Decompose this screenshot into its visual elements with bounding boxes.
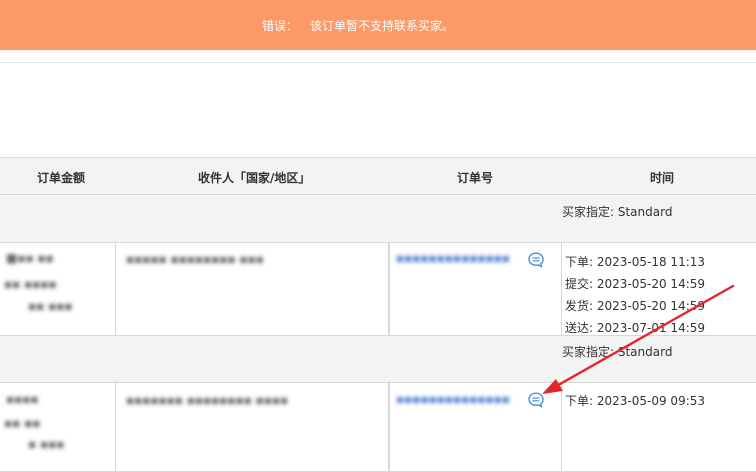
recipient-cell: ▪▪▪▪▪ ▪▪▪▪▪▪▪▪ ▪▪▪ xyxy=(115,242,389,336)
error-label: 错误： xyxy=(262,19,299,33)
time-line-delivered: 送达: 2023-07-01 14:59 xyxy=(565,321,706,335)
recipient-cell: ▪▪▪▪▪▪▪ ▪▪▪▪▪▪▪▪ ▪▪▪▪ xyxy=(115,382,389,472)
order-number-link[interactable]: ▪▪▪▪▪▪▪▪▪▪▪▪▪▪ xyxy=(396,392,510,406)
buyer-specified-shipping: 买家指定: Standard xyxy=(562,345,673,359)
order-number-cell: ▪▪▪▪▪▪▪▪▪▪▪▪▪▪ xyxy=(389,382,562,472)
chat-bubble-icon[interactable] xyxy=(527,251,545,269)
order-group-bar: 买家指定: Standard xyxy=(0,196,756,242)
error-message: 该订单暂不支持联系买家。 xyxy=(310,19,455,33)
header-order-number: 订单号 xyxy=(457,171,494,185)
time-line-ordered: 下单: 2023-05-09 09:53 xyxy=(565,394,706,408)
header-amount: 订单金额 xyxy=(37,171,86,185)
header-recipient: 收件人「国家/地区」 xyxy=(198,171,311,185)
amount-cell: ▪▪▪▪ ▪▪ ▪▪ ▪ ▪▪▪ xyxy=(0,382,116,472)
error-banner: 错误： 该订单暂不支持联系买家。 xyxy=(0,0,756,50)
time-line-ordered: 下单: 2023-05-18 11:13 xyxy=(565,255,706,269)
chat-bubble-icon[interactable] xyxy=(527,391,545,409)
buyer-specified-shipping: 买家指定: Standard xyxy=(562,205,673,219)
order-number-link[interactable]: ▪▪▪▪▪▪▪▪▪▪▪▪▪▪ xyxy=(396,251,510,265)
divider xyxy=(0,62,756,63)
amount-cell: ■▪▪ ▪▪ ▪▪ ▪▪▪▪ ▪▪ ▪▪▪ xyxy=(0,242,116,336)
order-number-cell: ▪▪▪▪▪▪▪▪▪▪▪▪▪▪ xyxy=(389,242,562,336)
table-header: 订单金额 收件人「国家/地区」 订单号 时间 xyxy=(0,157,756,195)
time-line-submitted: 提交: 2023-05-20 14:59 xyxy=(565,277,706,291)
header-time: 时间 xyxy=(650,171,675,185)
time-line-shipped: 发货: 2023-05-20 14:59 xyxy=(565,299,706,313)
order-group-bar: 买家指定: Standard xyxy=(0,336,756,382)
